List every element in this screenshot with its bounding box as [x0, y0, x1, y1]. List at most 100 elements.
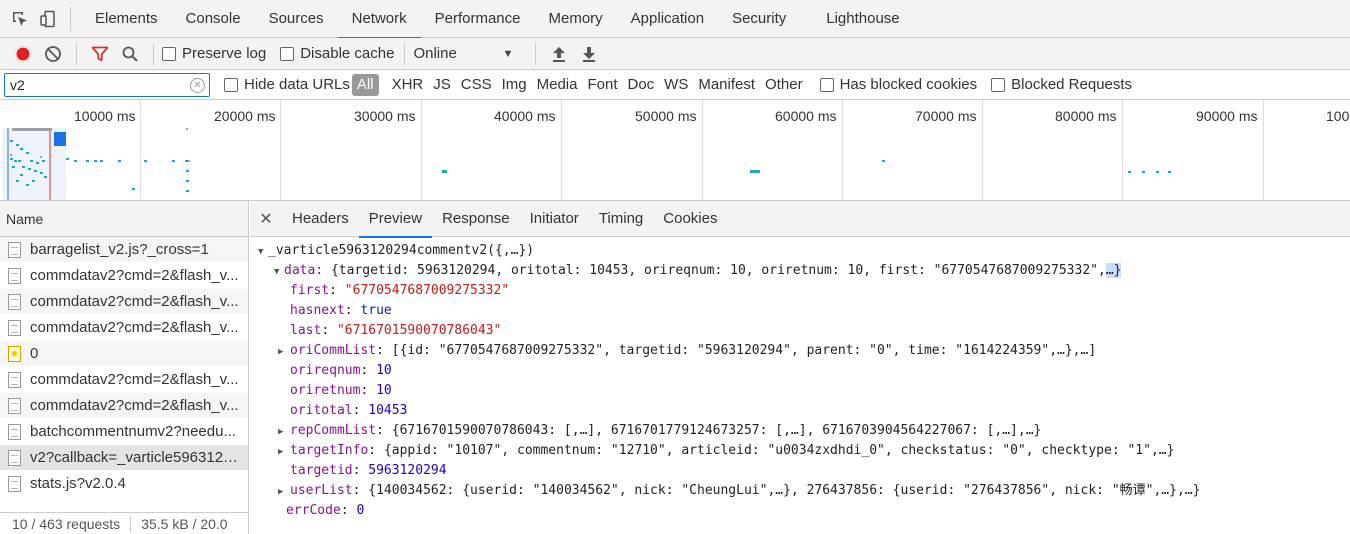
- filter-icon: [91, 46, 109, 61]
- json-key: oriretnum: [290, 383, 361, 398]
- json-property[interactable]: ▶ targetInfo: {appid: "10107", commentnum…: [250, 441, 1350, 461]
- filter-input[interactable]: v2 ✕: [4, 72, 210, 97]
- tab-preview[interactable]: Preview: [358, 201, 433, 238]
- json-property[interactable]: oriretnum: 10: [250, 381, 1350, 401]
- json-property[interactable]: orireqnum: 10: [250, 361, 1350, 381]
- json-property[interactable]: hasnext: true: [250, 301, 1350, 321]
- collapsed-triangle-icon[interactable]: ▶: [278, 482, 290, 502]
- throttling-select[interactable]: Online ▼: [413, 45, 513, 62]
- hide-data-urls-checkbox[interactable]: Hide data URLs: [224, 76, 350, 93]
- json-property[interactable]: oritotal: 10453: [250, 401, 1350, 421]
- device-toolbar-button[interactable]: [34, 0, 62, 38]
- record-button[interactable]: [8, 40, 38, 68]
- blocked-requests-checkbox[interactable]: Blocked Requests: [991, 76, 1132, 93]
- type-filter-js[interactable]: JS: [428, 74, 456, 96]
- tab-network[interactable]: Network: [337, 0, 421, 39]
- tab-performance[interactable]: Performance: [421, 0, 535, 38]
- request-row[interactable]: commdatav2?cmd=2&flash_v...: [0, 367, 248, 393]
- json-value: 0: [356, 503, 365, 518]
- checkbox-box[interactable]: [991, 77, 1006, 92]
- tab-timing[interactable]: Timing: [589, 201, 653, 237]
- json-key: data:: [284, 263, 324, 278]
- json-value: "6770547687009275332": [344, 283, 510, 298]
- file-icon: [8, 267, 21, 284]
- transferred-size: 35.5 kB / 20.0: [141, 515, 228, 532]
- blocked-requests-label: Blocked Requests: [1011, 76, 1133, 93]
- import-har-button[interactable]: [544, 40, 574, 68]
- search-button[interactable]: [115, 40, 145, 68]
- type-filter-media[interactable]: Media: [532, 74, 583, 96]
- export-har-button[interactable]: [574, 40, 604, 68]
- request-name: commdatav2?cmd=2&flash_v...: [30, 267, 239, 284]
- json-data-summary: {targetid: 5963120294, oritotal: 10453, …: [323, 263, 1106, 278]
- has-blocked-cookies-checkbox[interactable]: Has blocked cookies: [819, 76, 977, 93]
- filter-toggle-button[interactable]: [85, 40, 115, 68]
- file-icon: [8, 449, 21, 466]
- json-data-node[interactable]: ▼ data: {targetid: 5963120294, oritotal: …: [250, 261, 1350, 281]
- type-filter-css[interactable]: CSS: [456, 74, 497, 96]
- json-property[interactable]: targetid: 5963120294: [250, 461, 1350, 481]
- request-row[interactable]: commdatav2?cmd=2&flash_v...: [0, 393, 248, 419]
- file-icon: [8, 397, 21, 414]
- request-row[interactable]: commdatav2?cmd=2&flash_v...: [0, 263, 248, 289]
- request-row[interactable]: commdatav2?cmd=2&flash_v...: [0, 315, 248, 341]
- collapsed-triangle-icon[interactable]: ▶: [278, 342, 290, 362]
- tab-elements[interactable]: Elements: [81, 0, 172, 38]
- type-filter-manifest[interactable]: Manifest: [693, 74, 760, 96]
- json-property[interactable]: first: "6770547687009275332": [250, 281, 1350, 301]
- type-filter-img[interactable]: Img: [497, 74, 532, 96]
- json-property[interactable]: last: "6716701590070786043": [250, 321, 1350, 341]
- name-column-header[interactable]: Name: [0, 201, 248, 237]
- preserve-log-label: Preserve log: [182, 45, 267, 62]
- clear-filter-icon[interactable]: ✕: [190, 77, 205, 93]
- json-property[interactable]: ▶ repCommList: {6716701590070786043: [,…]…: [250, 421, 1350, 441]
- type-filter-xhr[interactable]: XHR: [387, 74, 429, 96]
- json-property[interactable]: errCode: 0: [250, 501, 1350, 521]
- preserve-log-checkbox[interactable]: Preserve log: [162, 45, 266, 62]
- checkbox-box[interactable]: [280, 46, 295, 61]
- inspect-element-button[interactable]: [6, 0, 34, 38]
- devtools-tabbar: Elements Console Sources Network Perform…: [0, 0, 1350, 39]
- network-overview[interactable]: 10000 ms 20000 ms 30000 ms 40000 ms 5000…: [0, 100, 1350, 201]
- network-toolbar: Preserve log Disable cache Online ▼: [0, 38, 1350, 70]
- request-row[interactable]: barragelist_v2.js?_cross=1: [0, 237, 248, 263]
- json-property[interactable]: ▶ userList: {140034562: {userid: "1400345…: [250, 481, 1350, 501]
- close-icon[interactable]: ✕: [250, 209, 282, 229]
- json-key: first: [290, 283, 330, 298]
- checkbox-box[interactable]: [819, 77, 834, 92]
- json-colon: :: [376, 343, 392, 358]
- type-filter-ws[interactable]: WS: [659, 74, 693, 96]
- type-filter-doc[interactable]: Doc: [622, 74, 659, 96]
- tab-sources[interactable]: Sources: [255, 0, 338, 38]
- collapsed-triangle-icon[interactable]: ▶: [278, 442, 290, 462]
- tab-headers[interactable]: Headers: [282, 201, 359, 237]
- type-filter-other[interactable]: Other: [760, 74, 808, 96]
- type-filter-all[interactable]: All: [351, 73, 379, 96]
- request-name: v2?callback=_varticle5963120...: [30, 449, 240, 466]
- request-row-selected[interactable]: v2?callback=_varticle5963120...: [0, 445, 248, 471]
- clear-button[interactable]: [38, 40, 68, 68]
- tab-console[interactable]: Console: [172, 0, 255, 38]
- json-colon: :: [352, 463, 369, 478]
- expanded-triangle-icon[interactable]: ▼: [274, 262, 284, 282]
- tab-lighthouse[interactable]: Lighthouse: [800, 0, 913, 38]
- collapsed-triangle-icon[interactable]: ▶: [278, 422, 290, 442]
- checkbox-box[interactable]: [224, 77, 238, 92]
- request-row[interactable]: commdatav2?cmd=2&flash_v...: [0, 289, 248, 315]
- type-filter-font[interactable]: Font: [582, 74, 622, 96]
- json-key: targetid: [290, 463, 353, 478]
- tab-response[interactable]: Response: [432, 201, 520, 237]
- request-row[interactable]: batchcommentnumv2?needu...: [0, 419, 248, 445]
- tab-initiator[interactable]: Initiator: [520, 201, 589, 237]
- disable-cache-checkbox[interactable]: Disable cache: [280, 45, 394, 62]
- json-root-node[interactable]: ▼ _varticle5963120294commentv2({,…}): [250, 241, 1350, 261]
- request-row[interactable]: 0: [0, 341, 248, 367]
- request-row[interactable]: stats.js?v2.0.4: [0, 471, 248, 497]
- tab-memory[interactable]: Memory: [535, 0, 617, 38]
- tab-application[interactable]: Application: [617, 0, 718, 38]
- json-property[interactable]: ▶ oriCommList: [{id: "6770547687009275332…: [250, 341, 1350, 361]
- expanded-triangle-icon[interactable]: ▼: [258, 242, 268, 262]
- tab-security[interactable]: Security: [718, 0, 800, 38]
- checkbox-box[interactable]: [162, 46, 176, 61]
- tab-cookies[interactable]: Cookies: [653, 201, 727, 237]
